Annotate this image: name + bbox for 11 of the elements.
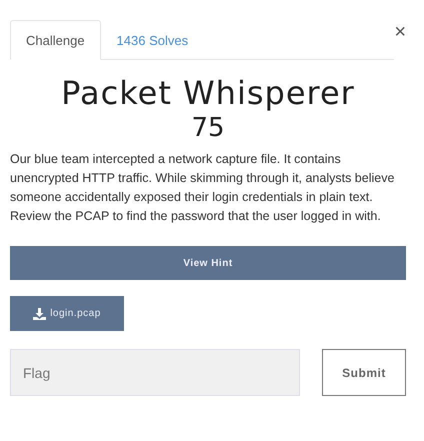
view-hint-button[interactable]: View Hint (10, 246, 406, 280)
challenge-description: Our blue team intercepted a network capture file. It contains unencrypted HTTP traffic. While skimming through it, analysts believe someone accidentally exposed their login credentials in plain text. Review the PCAP to find the password that the user logged in with. (10, 151, 396, 225)
file-download-button[interactable]: login.pcap (10, 296, 124, 331)
submit-button[interactable]: Submit (322, 349, 406, 396)
challenge-title: Packet Whisperer (60, 74, 356, 112)
tab[interactable]: Challenge (10, 20, 101, 60)
close-button[interactable]: × (394, 22, 406, 42)
flag-input-field[interactable]: Flag (10, 349, 300, 396)
tab[interactable]: 1436 Solves (100, 20, 204, 60)
challenge-points: 75 (190, 112, 226, 144)
download-icon (33, 308, 46, 320)
